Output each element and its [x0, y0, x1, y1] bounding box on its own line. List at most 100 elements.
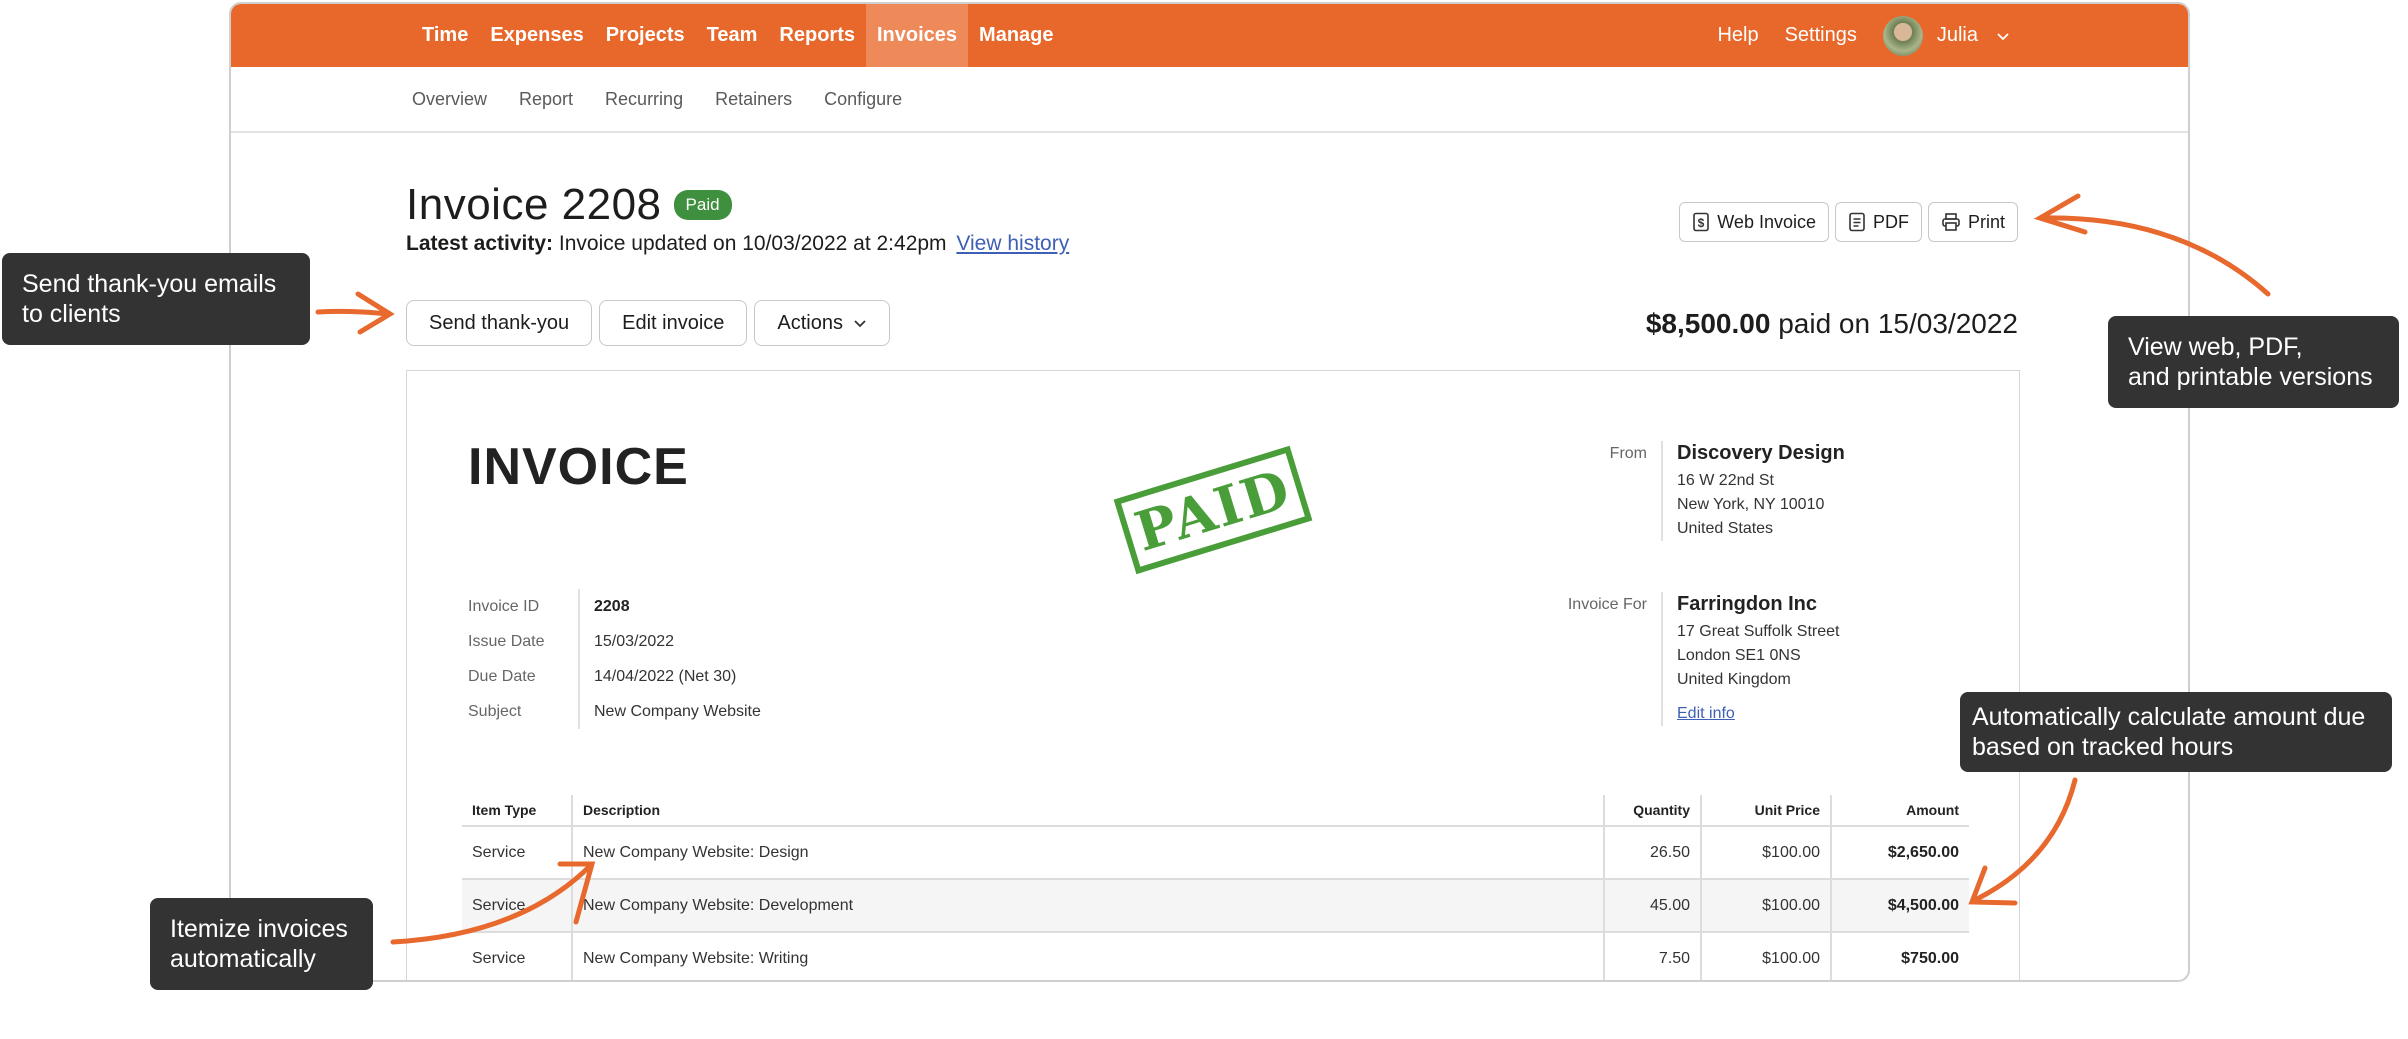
callout-line: Automatically calculate amount due — [1972, 703, 2366, 731]
item-type: Service — [462, 932, 572, 980]
subject-value: New Company Website — [594, 703, 761, 720]
callout-line: Send thank-you emails — [22, 270, 277, 298]
status-badge: Paid — [673, 190, 732, 220]
nav-manage[interactable]: Manage — [968, 4, 1064, 67]
activity-text: Invoice updated on 10/03/2022 at 2:42pm — [558, 232, 947, 255]
item-amount: $4,500.00 — [1830, 879, 1969, 933]
nav-invoices[interactable]: Invoices — [866, 4, 969, 67]
meta-label: Invoice ID — [468, 598, 540, 615]
from-address-line: United States — [1677, 520, 1774, 537]
item-unit-price: $100.00 — [1700, 932, 1831, 980]
callout-line: to clients — [22, 300, 121, 328]
from-address-line: New York, NY 10010 — [1677, 496, 1825, 513]
callout-line: View web, PDF, — [2128, 333, 2303, 361]
callout-line: automatically — [170, 945, 316, 973]
pdf-label: PDF — [1872, 211, 1909, 232]
user-name[interactable]: Julia — [1937, 24, 1978, 47]
paid-amount: $8,500.00 — [1645, 308, 1771, 339]
meta-label: Due Date — [468, 668, 536, 685]
invoice-for-label: Invoice For — [1567, 596, 1647, 613]
nav-settings[interactable]: Settings — [1785, 24, 1857, 47]
nav-help[interactable]: Help — [1717, 24, 1758, 47]
subnav-configure[interactable]: Configure — [824, 89, 902, 110]
callout-line: based on tracked hours — [1972, 733, 2234, 761]
subnav-overview[interactable]: Overview — [412, 89, 487, 110]
invoice-heading: INVOICE — [468, 438, 689, 496]
invoice-for-block: Invoice For Farringdon Inc 17 Great Suff… — [1557, 592, 1839, 726]
table-row: Service New Company Website: Writing 7.5… — [462, 932, 1969, 980]
callout-line: Itemize invoices — [170, 915, 348, 943]
invoice-meta: Invoice ID Issue Date Due Date Subject 2… — [468, 589, 761, 729]
subnav-retainers[interactable]: Retainers — [715, 89, 792, 110]
client-name: Farringdon Inc — [1677, 593, 1817, 615]
actions-dropdown[interactable]: Actions — [754, 300, 890, 346]
item-amount: $2,650.00 — [1830, 826, 1969, 880]
item-quantity: 26.50 — [1603, 826, 1701, 880]
chevron-down-icon — [854, 320, 866, 328]
item-unit-price: $100.00 — [1700, 879, 1831, 933]
nav-team[interactable]: Team — [696, 4, 769, 67]
printer-icon — [1942, 213, 1960, 231]
client-address-line: London SE1 0NS — [1677, 647, 1801, 664]
web-invoice-button[interactable]: $ Web Invoice — [1679, 202, 1829, 242]
item-type: Service — [462, 879, 572, 933]
item-quantity: 45.00 — [1603, 879, 1701, 933]
item-description: New Company Website: Development — [571, 879, 1604, 933]
activity-label: Latest activity: — [406, 232, 554, 255]
nav-projects[interactable]: Projects — [595, 4, 696, 67]
nav-reports[interactable]: Reports — [768, 4, 866, 67]
table-row: Service New Company Website: Design 26.5… — [462, 826, 1969, 880]
pdf-button[interactable]: PDF — [1834, 202, 1922, 242]
client-address-line: 17 Great Suffolk Street — [1677, 623, 1840, 640]
item-type: Service — [462, 826, 572, 880]
invoice-id-value: 2208 — [594, 598, 630, 615]
from-label: From — [1609, 445, 1647, 462]
send-thank-you-button[interactable]: Send thank-you — [406, 300, 593, 346]
callout-versions: View web, PDF, and printable versions — [2108, 316, 2399, 408]
column-header: Unit Price — [1700, 795, 1831, 827]
from-name: Discovery Design — [1677, 442, 1845, 464]
callout-thank-you: Send thank-you emails to clients — [2, 253, 310, 345]
top-navigation: Time Expenses Projects Team Reports Invo… — [231, 4, 2188, 67]
action-buttons: Send thank-you Edit invoice Actions — [406, 300, 890, 346]
paid-date-text: paid on 15/03/2022 — [1778, 308, 2018, 339]
chevron-down-icon[interactable] — [1996, 29, 2010, 43]
view-history-link[interactable]: View history — [956, 232, 1069, 255]
page-title: Invoice 2208 — [406, 180, 662, 229]
paid-stamp: PAID — [1113, 445, 1313, 575]
table-header-row: Item Type Description Quantity Unit Pric… — [462, 795, 1969, 827]
callout-itemize: Itemize invoices automatically — [150, 898, 373, 990]
column-header: Description — [571, 795, 1604, 827]
item-description: New Company Website: Writing — [571, 932, 1604, 980]
from-block: From Discovery Design 16 W 22nd St New Y… — [1557, 441, 1845, 541]
subnav-report[interactable]: Report — [519, 89, 573, 110]
avatar[interactable] — [1882, 15, 1923, 56]
dollar-document-icon: $ — [1693, 212, 1710, 232]
from-address-line: 16 W 22nd St — [1677, 472, 1774, 489]
due-date-value: 14/04/2022 (Net 30) — [594, 668, 737, 685]
callout-line: and printable versions — [2128, 363, 2373, 391]
column-header: Item Type — [462, 795, 572, 827]
meta-label: Subject — [468, 703, 522, 720]
subnav-recurring[interactable]: Recurring — [605, 89, 683, 110]
edit-invoice-button[interactable]: Edit invoice — [599, 300, 748, 346]
invoice-document: INVOICE PAID From Discovery Design 16 W … — [406, 370, 2020, 980]
sub-navigation: Overview Report Recurring Retainers Conf… — [231, 67, 2188, 133]
issue-date-value: 15/03/2022 — [594, 633, 675, 650]
nav-time[interactable]: Time — [411, 4, 479, 67]
web-invoice-label: Web Invoice — [1717, 211, 1816, 232]
item-description: New Company Website: Design — [571, 826, 1604, 880]
print-label: Print — [1967, 211, 2005, 232]
item-amount: $750.00 — [1830, 932, 1969, 980]
print-button[interactable]: Print — [1927, 202, 2018, 242]
callout-calculate: Automatically calculate amount due based… — [1960, 692, 2392, 772]
document-icon — [1849, 212, 1865, 232]
actions-label: Actions — [777, 311, 843, 334]
column-header: Quantity — [1603, 795, 1701, 827]
edit-info-link[interactable]: Edit info — [1677, 702, 1735, 726]
svg-text:$: $ — [1698, 216, 1705, 230]
nav-expenses[interactable]: Expenses — [479, 4, 594, 67]
meta-label: Issue Date — [468, 633, 545, 650]
view-buttons: $ Web Invoice PDF Print — [1679, 202, 2018, 242]
client-address-line: United Kingdom — [1677, 671, 1791, 688]
